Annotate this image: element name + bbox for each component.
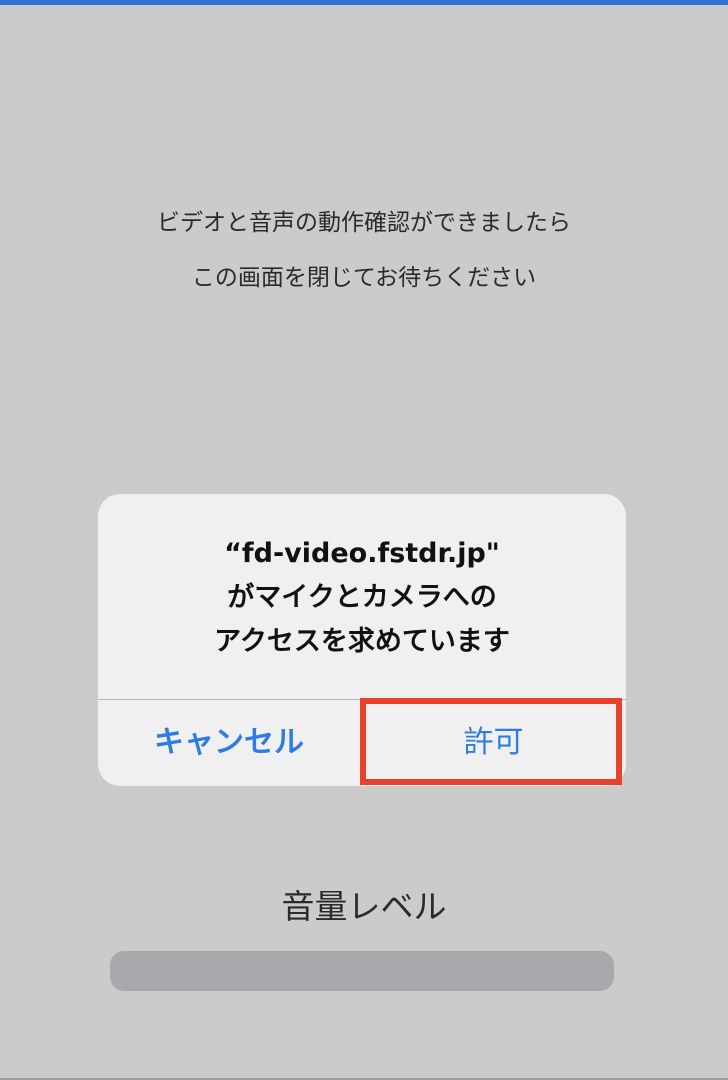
- dialog-message: “fd-video.fstdr.jp" がマイクとカメラへの アクセスを求めてい…: [98, 532, 626, 664]
- instruction-line-2: この画面を閉じてお待ちください: [191, 265, 537, 291]
- top-progress-bar: [0, 0, 728, 5]
- dialog-message-line-1: “fd-video.fstdr.jp": [224, 538, 500, 569]
- instruction-text: ビデオと音声の動作確認ができましたら この画面を閉じてお待ちください: [0, 196, 728, 306]
- instruction-line-1: ビデオと音声の動作確認ができましたら: [157, 210, 571, 236]
- app-screen: ビデオと音声の動作確認ができましたら この画面を閉じてお待ちください “fd-v…: [0, 0, 728, 1080]
- dialog-message-line-2: がマイクとカメラへの: [227, 582, 497, 613]
- permission-dialog: “fd-video.fstdr.jp" がマイクとカメラへの アクセスを求めてい…: [98, 494, 626, 786]
- cancel-button[interactable]: キャンセル: [98, 700, 360, 786]
- volume-level-meter: [110, 951, 614, 991]
- volume-level-label: 音量レベル: [281, 887, 447, 926]
- allow-button[interactable]: 許可: [361, 700, 626, 786]
- dialog-message-line-3: アクセスを求めています: [214, 626, 510, 657]
